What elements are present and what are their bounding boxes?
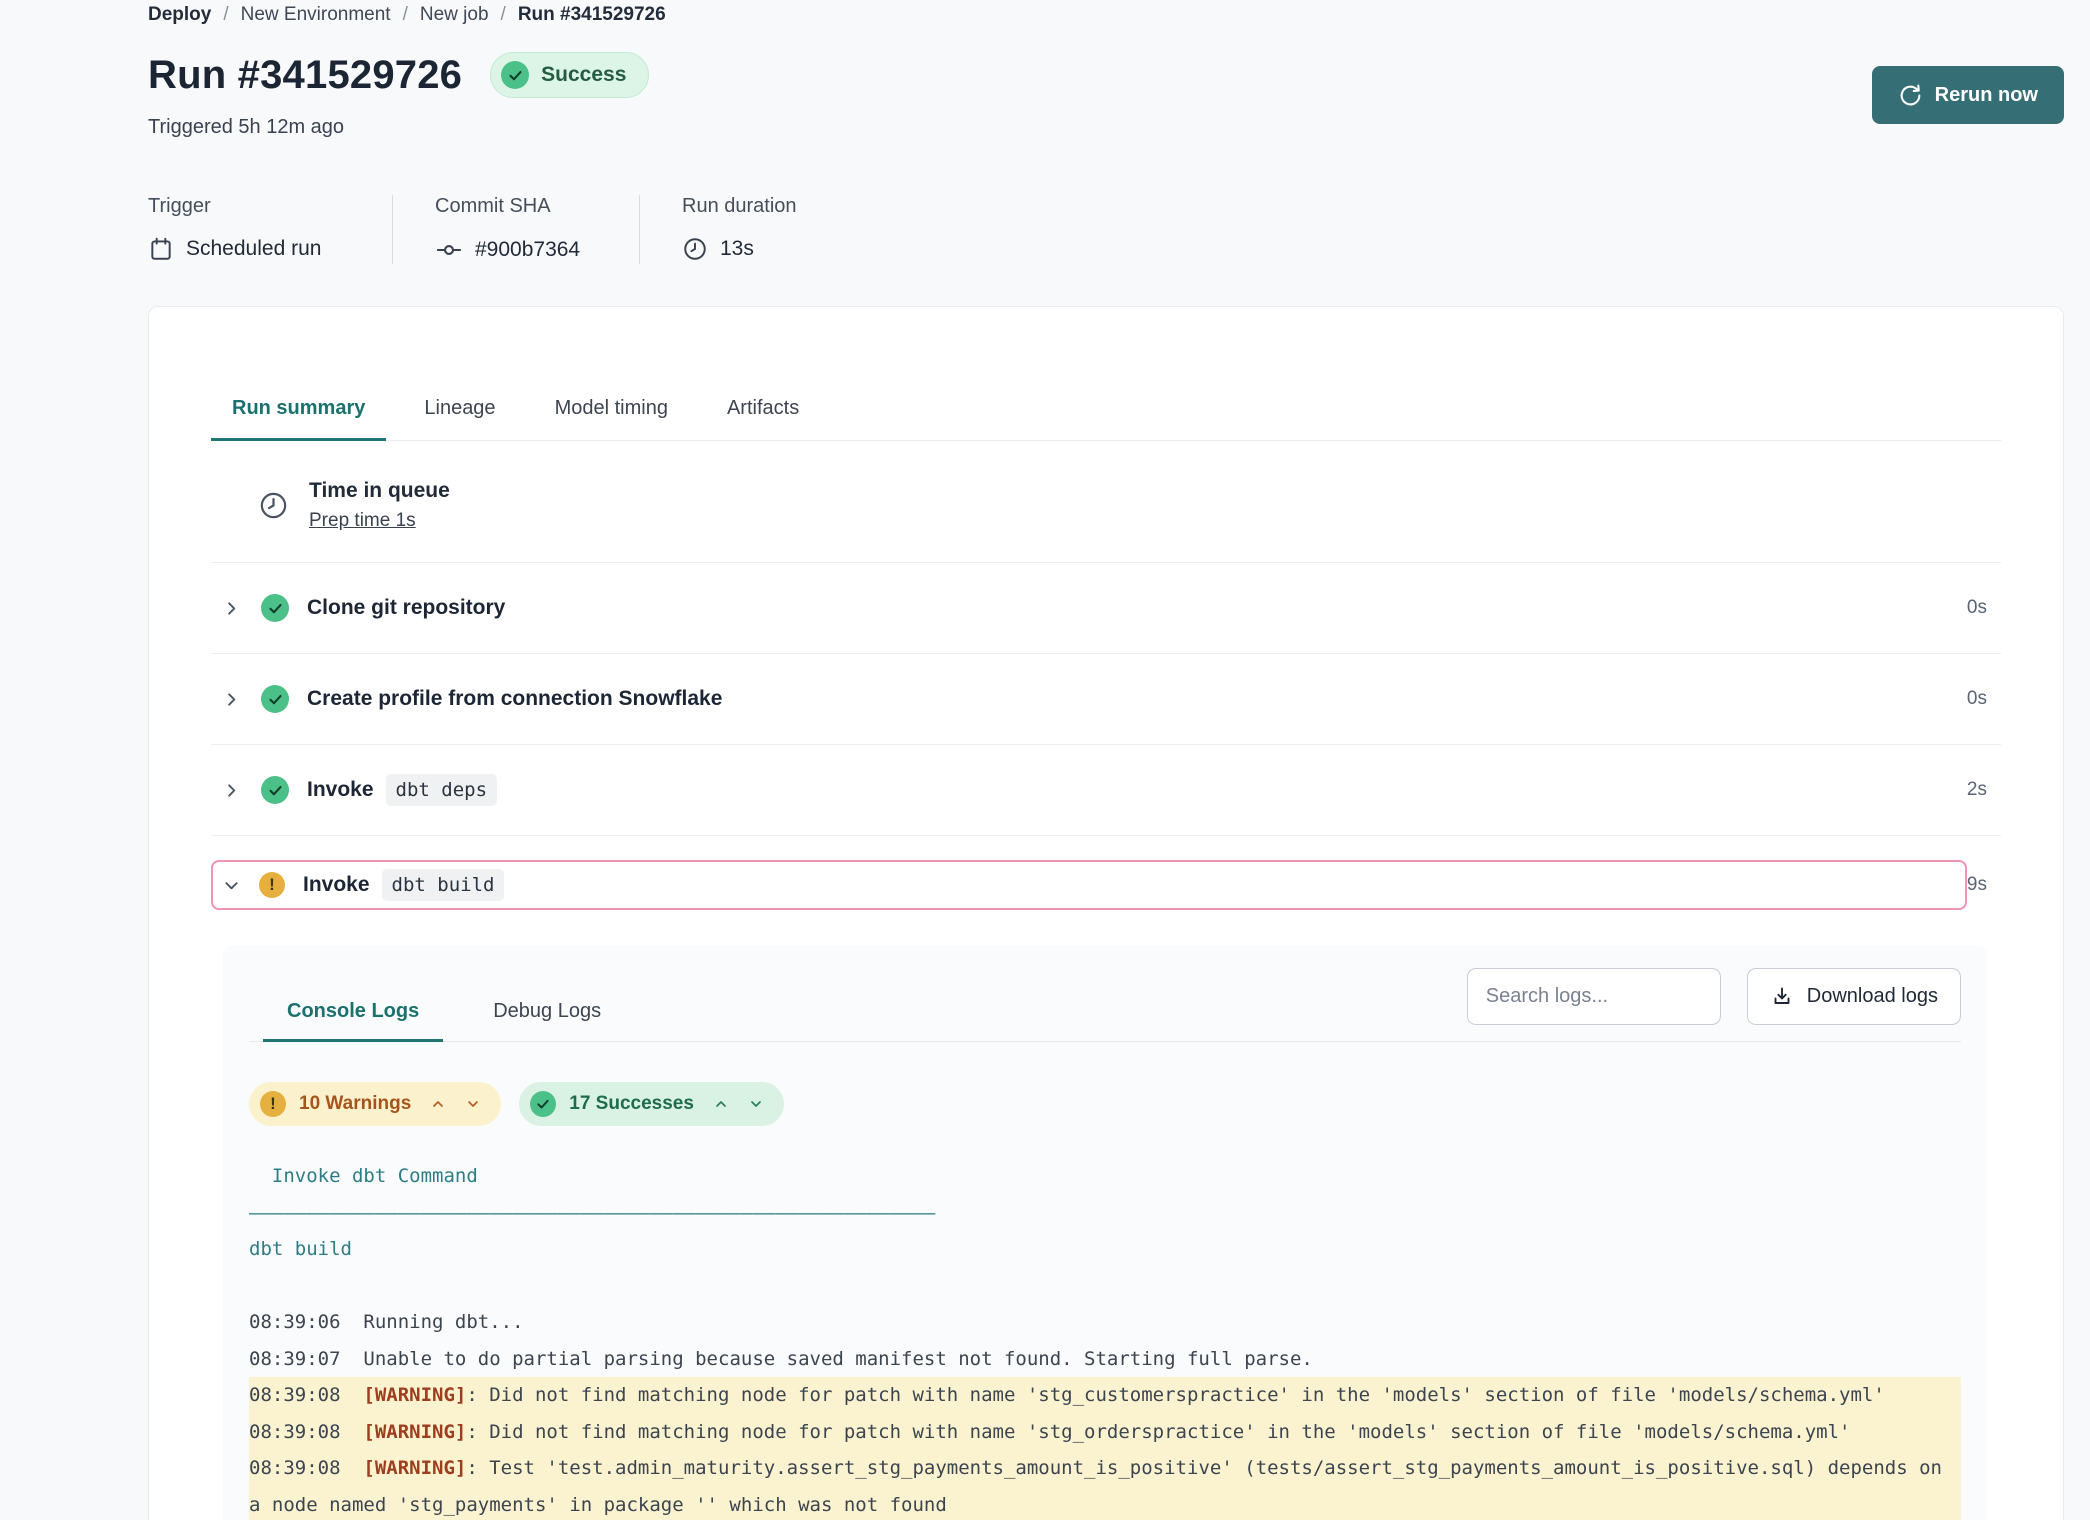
- rerun-refresh-icon: [1898, 83, 1923, 108]
- step-name: Invoke: [307, 778, 374, 802]
- chevron-down-icon[interactable]: [222, 876, 241, 895]
- successes-badge-label: 17 Successes: [569, 1093, 694, 1115]
- step-duration: 0s: [1967, 597, 2001, 619]
- chevron-up-icon[interactable]: [430, 1096, 446, 1112]
- commit-sha-label: Commit SHA: [435, 195, 597, 218]
- warnings-badge-label: 10 Warnings: [299, 1093, 411, 1115]
- divider: [639, 195, 640, 264]
- chevron-right-icon[interactable]: [222, 690, 241, 709]
- clock-icon: [682, 236, 708, 262]
- step-command-chip: dbt deps: [386, 774, 498, 806]
- step-name: Create profile from connection Snowflake: [307, 687, 722, 711]
- meta-run-duration: Run duration 13s: [682, 195, 797, 264]
- tab-debug-logs[interactable]: Debug Logs: [469, 984, 625, 1042]
- breadcrumb: Deploy / New Environment / New job / Run…: [148, 4, 2064, 26]
- step-success-icon: [261, 594, 289, 622]
- status-badge-label: Success: [541, 63, 626, 87]
- success-check-icon: [501, 61, 529, 89]
- status-badge: Success: [490, 52, 649, 98]
- step-row-create-profile[interactable]: Create profile from connection Snowflake…: [211, 654, 2001, 745]
- logs-panel: Console Logs Debug Logs Download logs !: [223, 946, 1987, 1520]
- meta-commit-sha: Commit SHA #900b7364: [435, 195, 597, 264]
- chevron-right-icon[interactable]: [222, 781, 241, 800]
- run-summary-card: Run summary Lineage Model timing Artifac…: [148, 306, 2064, 1520]
- log-line: 08:39:06 Running dbt...: [249, 1304, 1961, 1341]
- step-name: Invoke: [303, 873, 370, 897]
- warning-icon: !: [260, 1091, 286, 1117]
- breadcrumb-new-job[interactable]: New job: [420, 4, 489, 26]
- calendar-icon: [148, 236, 174, 262]
- trigger-label: Trigger: [148, 195, 350, 218]
- log-line: 08:39:08 [WARNING]: Did not find matchin…: [249, 1377, 1961, 1414]
- header: Run #341529726 Success Triggered 5h 12m …: [148, 52, 2064, 139]
- step-row-dbt-build: ! Invoke dbt build 9s: [211, 836, 2001, 910]
- breadcrumb-deploy[interactable]: Deploy: [148, 4, 211, 26]
- step-dbt-build-selected-box[interactable]: ! Invoke dbt build: [211, 860, 1967, 910]
- download-logs-button[interactable]: Download logs: [1747, 968, 1961, 1025]
- run-duration-value: 13s: [720, 237, 754, 261]
- commit-sha-value[interactable]: #900b7364: [475, 238, 580, 262]
- tab-model-timing[interactable]: Model timing: [534, 377, 689, 441]
- chevron-up-icon[interactable]: [713, 1096, 729, 1112]
- step-success-icon: [261, 776, 289, 804]
- success-check-icon: [530, 1091, 556, 1117]
- step-row-clone-git[interactable]: Clone git repository 0s: [211, 563, 2001, 654]
- tab-lineage[interactable]: Lineage: [403, 377, 516, 441]
- git-commit-icon: [435, 236, 463, 264]
- breadcrumb-new-environment[interactable]: New Environment: [241, 4, 391, 26]
- successes-badge[interactable]: 17 Successes: [519, 1082, 784, 1126]
- log-line: [249, 1268, 1961, 1305]
- log-line: Invoke dbt Command: [249, 1158, 1961, 1195]
- step-warning-icon: !: [259, 872, 285, 898]
- step-name: Clone git repository: [307, 596, 505, 620]
- prep-time-link[interactable]: Prep time 1s: [309, 510, 416, 532]
- step-command-chip: dbt build: [382, 869, 505, 901]
- run-meta: Trigger Scheduled run Commit SHA #900b73…: [148, 195, 2064, 264]
- step-row-dbt-deps[interactable]: Invoke dbt deps 2s: [211, 745, 2001, 836]
- triggered-timestamp: Triggered 5h 12m ago: [148, 116, 649, 139]
- log-filter-badges: ! 10 Warnings 17 Successes: [249, 1082, 1961, 1126]
- download-icon: [1770, 985, 1794, 1009]
- divider: [392, 195, 393, 264]
- time-in-queue-row: Time in queue Prep time 1s: [211, 441, 2001, 563]
- log-line: dbt build: [249, 1231, 1961, 1268]
- log-line: 08:39:08 [WARNING]: Test 'test.admin_mat…: [249, 1450, 1961, 1520]
- tab-run-summary[interactable]: Run summary: [211, 377, 386, 441]
- logs-header: Console Logs Debug Logs Download logs: [249, 968, 1961, 1042]
- page-title: Run #341529726: [148, 53, 462, 98]
- breadcrumb-separator: /: [501, 4, 506, 26]
- run-duration-label: Run duration: [682, 195, 797, 218]
- chevron-down-icon[interactable]: [748, 1096, 764, 1112]
- page: Deploy / New Environment / New job / Run…: [0, 0, 2090, 1520]
- step-duration: 2s: [1967, 779, 2001, 801]
- log-line: 08:39:08 [WARNING]: Did not find matchin…: [249, 1414, 1961, 1451]
- log-tabs: Console Logs Debug Logs: [263, 984, 625, 1041]
- rerun-now-label: Rerun now: [1935, 84, 2038, 107]
- chevron-down-icon[interactable]: [465, 1096, 481, 1112]
- chevron-right-icon[interactable]: [222, 599, 241, 618]
- meta-trigger: Trigger Scheduled run: [148, 195, 350, 264]
- log-line: ————————————————————————————————————————…: [249, 1195, 1961, 1232]
- warnings-badge[interactable]: ! 10 Warnings: [249, 1082, 501, 1126]
- search-logs-input[interactable]: [1467, 968, 1721, 1025]
- logs-controls: Download logs: [1467, 968, 1961, 1041]
- breadcrumb-current-run: Run #341529726: [518, 4, 666, 26]
- step-duration: 9s: [1967, 874, 2001, 896]
- tab-artifacts[interactable]: Artifacts: [706, 377, 820, 441]
- time-in-queue-title: Time in queue: [309, 479, 450, 503]
- main-tabs: Run summary Lineage Model timing Artifac…: [211, 377, 2001, 441]
- clock-icon: [258, 490, 289, 521]
- trigger-value: Scheduled run: [186, 237, 321, 261]
- tab-console-logs[interactable]: Console Logs: [263, 984, 443, 1042]
- log-lines: Invoke dbt Command——————————————————————…: [249, 1158, 1961, 1520]
- breadcrumb-separator: /: [223, 4, 228, 26]
- download-logs-label: Download logs: [1807, 985, 1938, 1008]
- breadcrumb-separator: /: [403, 4, 408, 26]
- step-duration: 0s: [1967, 688, 2001, 710]
- step-success-icon: [261, 685, 289, 713]
- log-line: 08:39:07 Unable to do partial parsing be…: [249, 1341, 1961, 1378]
- rerun-now-button[interactable]: Rerun now: [1872, 66, 2064, 124]
